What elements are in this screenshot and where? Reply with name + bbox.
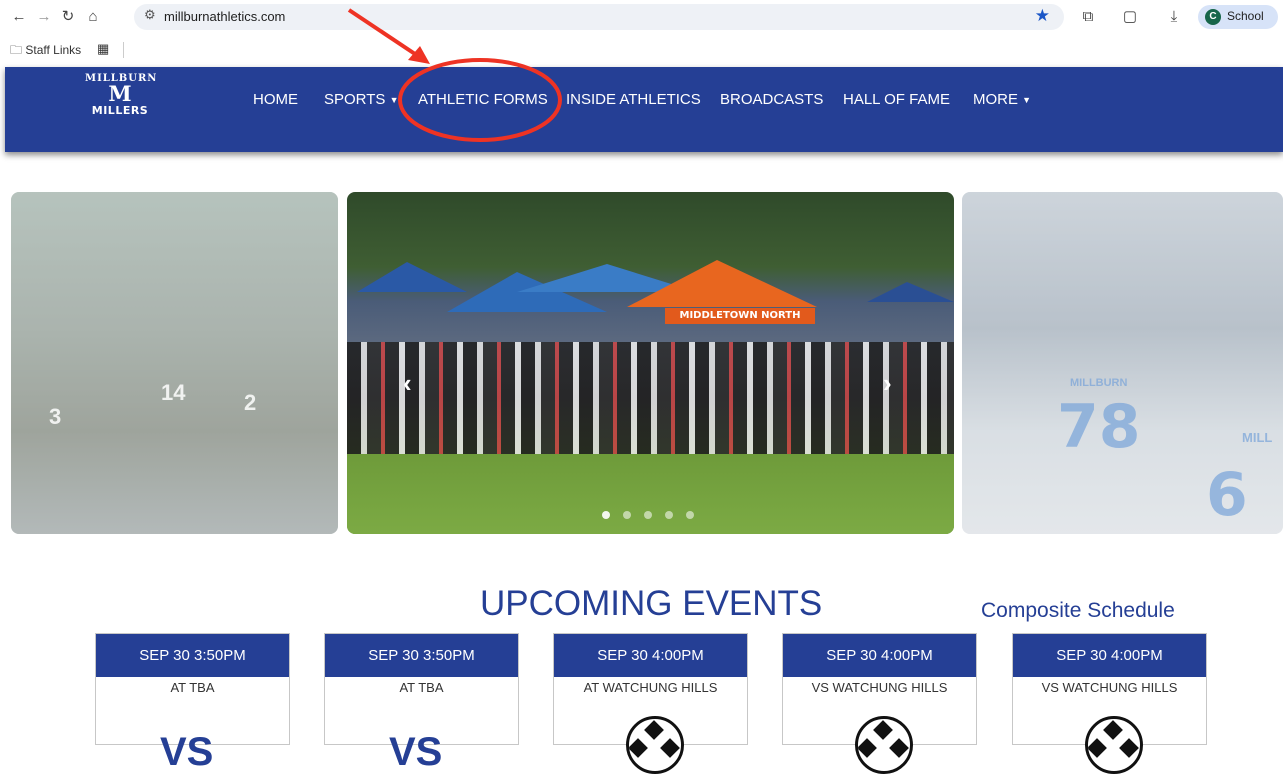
caret-down-icon: ▼ <box>389 95 399 106</box>
nav-inside-athletics[interactable]: INSIDE ATHLETICS <box>566 91 701 108</box>
bookmark-staff-links[interactable]: 🗀 Staff Links <box>10 41 81 62</box>
event-card[interactable]: SEP 30 4:00PM AT WATCHUNG HILLS <box>553 633 748 774</box>
bookmarks-divider <box>123 42 124 58</box>
bookmark-star-icon[interactable]: ★ <box>1035 6 1050 26</box>
address-bar[interactable]: ⚙ millburnathletics.com ★ <box>134 4 1064 30</box>
vs-graphic: VS <box>160 730 214 774</box>
url-text[interactable]: millburnathletics.com <box>164 9 285 24</box>
reload-icon[interactable]: ↻ <box>57 6 79 28</box>
event-date: SEP 30 3:50PM <box>325 634 518 677</box>
carousel-next-icon[interactable]: › <box>883 368 892 399</box>
slide-dim-overlay <box>11 192 338 534</box>
logo-letter: M <box>108 81 132 106</box>
carousel-dot[interactable] <box>623 511 631 519</box>
runners-graphic <box>347 342 954 462</box>
event-date: SEP 30 3:50PM <box>96 634 289 677</box>
carousel-dot[interactable] <box>686 511 694 519</box>
browser-toolbar: ← → ↻ ⌂ ⚙ millburnathletics.com ★ ⧉ ▢ ⤓ … <box>0 0 1283 34</box>
profile-avatar: C <box>1205 9 1221 25</box>
nav-broadcasts[interactable]: BROADCASTS <box>720 91 823 108</box>
event-opponent: AT TBA <box>170 680 215 695</box>
carousel-slide-active[interactable]: MIDDLETOWN NORTH ‹ › <box>347 192 954 534</box>
event-card[interactable]: SEP 30 4:00PM VS WATCHUNG HILLS <box>1012 633 1207 774</box>
soccer-ball-icon <box>1085 716 1143 774</box>
event-opponent: VS WATCHUNG HILLS <box>1041 680 1178 695</box>
site-navbar: MILLBURN M MILLERS HOME SPORTS ▼ ATHLETI… <box>5 67 1283 152</box>
download-icon[interactable]: ⤓ <box>1163 6 1185 28</box>
back-arrow-icon[interactable]: ← <box>8 6 30 28</box>
profile-chip[interactable]: C School <box>1198 5 1278 29</box>
event-opponent: AT WATCHUNG HILLS <box>583 680 718 695</box>
forward-arrow-icon[interactable]: → <box>33 6 55 28</box>
folder-link-icon: 🗀 <box>10 43 23 57</box>
caret-down-icon: ▼ <box>1022 95 1032 106</box>
event-opponent: VS WATCHUNG HILLS <box>811 680 948 695</box>
apps-grid-icon[interactable]: ▦ <box>97 41 109 57</box>
carousel-dot[interactable] <box>644 511 652 519</box>
event-card[interactable]: SEP 30 4:00PM VS WATCHUNG HILLS <box>782 633 977 774</box>
nav-athletic-forms[interactable]: ATHLETIC FORMS <box>418 91 548 108</box>
bookmark-label: Staff Links <box>25 43 82 57</box>
carousel-indicators <box>602 506 707 524</box>
soccer-ball-icon <box>855 716 913 774</box>
vs-graphic: VS <box>389 730 443 774</box>
nav-sports[interactable]: SPORTS ▼ <box>324 91 399 108</box>
site-logo[interactable]: MILLBURN M MILLERS <box>85 73 156 133</box>
event-card[interactable]: SEP 30 3:50PM AT TBA VS <box>324 633 519 774</box>
event-date: SEP 30 4:00PM <box>554 634 747 677</box>
nav-more[interactable]: MORE ▼ <box>973 91 1031 108</box>
nav-sports-label: SPORTS <box>324 91 386 108</box>
profile-name: School <box>1227 9 1264 23</box>
upcoming-events-title: UPCOMING EVENTS <box>480 584 823 623</box>
bookmarks-bar: 🗀 Staff Links ▦ <box>0 34 1283 64</box>
event-card[interactable]: SEP 30 3:50PM AT TBA VS <box>95 633 290 774</box>
home-icon[interactable]: ⌂ <box>82 6 104 28</box>
slide-dim-overlay <box>962 192 1283 534</box>
tent-banner: MIDDLETOWN NORTH <box>665 308 815 324</box>
event-date: SEP 30 4:00PM <box>1013 634 1206 677</box>
carousel-dot[interactable] <box>602 511 610 519</box>
carousel-dot[interactable] <box>665 511 673 519</box>
event-opponent: AT TBA <box>399 680 444 695</box>
reading-mode-icon[interactable]: ▢ <box>1119 6 1141 28</box>
nav-more-label: MORE <box>973 91 1018 108</box>
nav-hall-of-fame[interactable]: HALL OF FAME <box>843 91 950 108</box>
carousel-prev-icon[interactable]: ‹ <box>403 368 412 399</box>
logo-bottom-text: MILLERS <box>91 104 149 117</box>
carousel-slide-prev[interactable]: 3 14 2 <box>11 192 338 534</box>
extensions-icon[interactable]: ⧉ <box>1077 6 1099 28</box>
event-date: SEP 30 4:00PM <box>783 634 976 677</box>
composite-schedule-link[interactable]: Composite Schedule <box>981 599 1175 623</box>
site-settings-icon[interactable]: ⚙ <box>144 7 156 23</box>
nav-home[interactable]: HOME <box>253 91 298 108</box>
carousel-slide-next[interactable]: 78 6 MILL MILLBURN <box>962 192 1283 534</box>
soccer-ball-icon <box>626 716 684 774</box>
